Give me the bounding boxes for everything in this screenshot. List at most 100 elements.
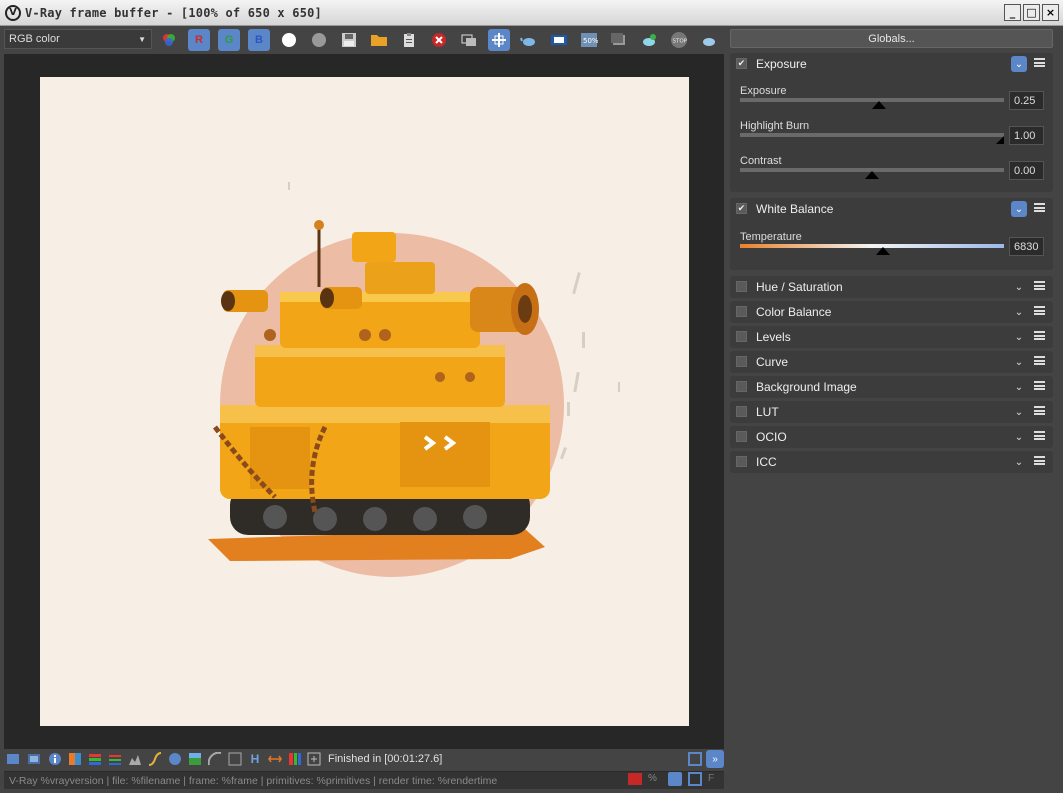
f-icon[interactable]: F	[708, 773, 720, 785]
white-balance-checkbox[interactable]: ✔	[736, 203, 747, 214]
expand-icon[interactable]: ⌄	[1011, 429, 1027, 445]
stereo-icon[interactable]	[266, 750, 284, 768]
menu-icon[interactable]	[1034, 456, 1045, 465]
vfb-icon[interactable]	[4, 750, 22, 768]
exposure-checkbox[interactable]: ✔	[736, 58, 747, 69]
expand-icon[interactable]: ⌄	[1011, 404, 1027, 420]
menu-icon[interactable]	[1034, 58, 1045, 67]
background-image-panel[interactable]: Background Image ⌄	[730, 376, 1053, 398]
exposure-value-field[interactable]: 0.25	[1009, 91, 1044, 110]
region-render-icon[interactable]	[488, 29, 510, 51]
background-image-icon[interactable]	[186, 750, 204, 768]
lut-checkbox[interactable]	[736, 406, 747, 417]
stamp-font-icon[interactable]	[668, 772, 682, 786]
exposure-header[interactable]: ✔ Exposure ⌄	[730, 53, 1053, 75]
stop-icon[interactable]: STOP	[668, 29, 690, 51]
ocio-panel[interactable]: OCIO ⌄	[730, 426, 1053, 448]
exposure-icon[interactable]	[166, 750, 184, 768]
levels-panel[interactable]: Levels ⌄	[730, 326, 1053, 348]
contrast-value-field[interactable]: 0.00	[1009, 161, 1044, 180]
color-balance-checkbox[interactable]	[736, 306, 747, 317]
menu-icon[interactable]	[1034, 281, 1045, 290]
levels-checkbox[interactable]	[736, 331, 747, 342]
teapot-settings-icon[interactable]	[698, 29, 720, 51]
teapot-icon[interactable]	[518, 29, 540, 51]
title-bar: V V-Ray frame buffer - [100% of 650 x 65…	[0, 0, 1063, 26]
icc-panel[interactable]: ICC ⌄	[730, 451, 1053, 473]
background-image-checkbox[interactable]	[736, 381, 747, 392]
exposure-slider-thumb[interactable]	[872, 101, 886, 109]
red-channel-button[interactable]: R	[188, 29, 210, 51]
link-icon[interactable]	[458, 29, 480, 51]
ocio-checkbox[interactable]	[736, 431, 747, 442]
highlight-burn-value-field[interactable]: 1.00	[1009, 126, 1044, 145]
menu-icon[interactable]	[1034, 331, 1045, 340]
zoom-50-icon[interactable]: 50%	[578, 29, 600, 51]
minimize-button[interactable]: _	[1004, 4, 1021, 21]
percent-icon[interactable]: %	[648, 773, 662, 785]
color-balance-panel[interactable]: Color Balance ⌄	[730, 301, 1053, 323]
menu-icon[interactable]	[1034, 406, 1045, 415]
info-icon[interactable]	[46, 750, 64, 768]
temperature-slider-thumb[interactable]	[876, 247, 890, 255]
channel-select[interactable]: RGB color ▼	[4, 29, 152, 49]
collapse-icon[interactable]: ⌄	[1011, 201, 1027, 217]
color-corrections-icon[interactable]	[66, 750, 84, 768]
expand-icon[interactable]: ⌄	[1011, 379, 1027, 395]
panel-toggle-icon[interactable]	[686, 750, 704, 768]
expand-icon[interactable]: ⌄	[1011, 279, 1027, 295]
stamp-toggle-icon[interactable]	[688, 772, 702, 786]
white-balance-header[interactable]: ✔ White Balance ⌄	[730, 198, 1053, 220]
close-button[interactable]: ×	[1042, 4, 1059, 21]
curve-checkbox[interactable]	[736, 356, 747, 367]
menu-icon[interactable]	[1034, 203, 1045, 212]
white-balance-icon[interactable]	[206, 750, 224, 768]
highlight-burn-slider[interactable]	[740, 133, 1004, 137]
temperature-slider[interactable]	[740, 244, 1004, 248]
highlight-burn-thumb[interactable]	[996, 136, 1004, 144]
save-icon[interactable]	[338, 29, 360, 51]
expand-panel-icon[interactable]: »	[706, 750, 724, 768]
collapse-icon[interactable]: ⌄	[1011, 56, 1027, 72]
layers-icon[interactable]	[25, 750, 43, 768]
maximize-button[interactable]: □	[1023, 4, 1040, 21]
white-circle-icon[interactable]	[278, 29, 300, 51]
lut-panel[interactable]: LUT ⌄	[730, 401, 1053, 423]
expand-icon[interactable]: ⌄	[1011, 354, 1027, 370]
curve-icon[interactable]	[146, 750, 164, 768]
blue-channel-button[interactable]: B	[248, 29, 270, 51]
expand-icon[interactable]: ⌄	[1011, 329, 1027, 345]
stamp-color-icon[interactable]	[628, 773, 642, 785]
menu-icon[interactable]	[1034, 356, 1045, 365]
render-teapot-icon[interactable]	[638, 29, 660, 51]
hsl-icon[interactable]	[86, 750, 104, 768]
pixel-info-icon[interactable]	[305, 750, 323, 768]
contrast-slider-thumb[interactable]	[865, 171, 879, 179]
clear-icon[interactable]	[428, 29, 450, 51]
color-balance-icon[interactable]	[106, 750, 124, 768]
globals-button[interactable]: Globals...	[730, 29, 1053, 48]
compare-icon[interactable]	[286, 750, 304, 768]
history-icon[interactable]	[608, 29, 630, 51]
menu-icon[interactable]	[1034, 306, 1045, 315]
open-folder-icon[interactable]	[368, 29, 390, 51]
render-viewport[interactable]	[4, 54, 724, 749]
lut-icon[interactable]	[226, 750, 244, 768]
hue-saturation-panel[interactable]: Hue / Saturation ⌄	[730, 276, 1053, 298]
expand-icon[interactable]: ⌄	[1011, 304, 1027, 320]
menu-icon[interactable]	[1034, 431, 1045, 440]
info-line[interactable]: V-Ray %vrayversion | file: %filename | f…	[4, 771, 724, 789]
temperature-value-field[interactable]: 6830	[1009, 237, 1044, 256]
clipboard-icon[interactable]	[398, 29, 420, 51]
hue-saturation-checkbox[interactable]	[736, 281, 747, 292]
expand-icon[interactable]: ⌄	[1011, 454, 1027, 470]
color-channels-icon[interactable]	[158, 29, 180, 51]
green-channel-button[interactable]: G	[218, 29, 240, 51]
levels-icon[interactable]	[126, 750, 144, 768]
curve-panel[interactable]: Curve ⌄	[730, 351, 1053, 373]
film-strip-icon[interactable]	[548, 29, 570, 51]
menu-icon[interactable]	[1034, 381, 1045, 390]
gray-circle-icon[interactable]	[308, 29, 330, 51]
icc-checkbox[interactable]	[736, 456, 747, 467]
hue-icon[interactable]: H	[246, 750, 264, 768]
